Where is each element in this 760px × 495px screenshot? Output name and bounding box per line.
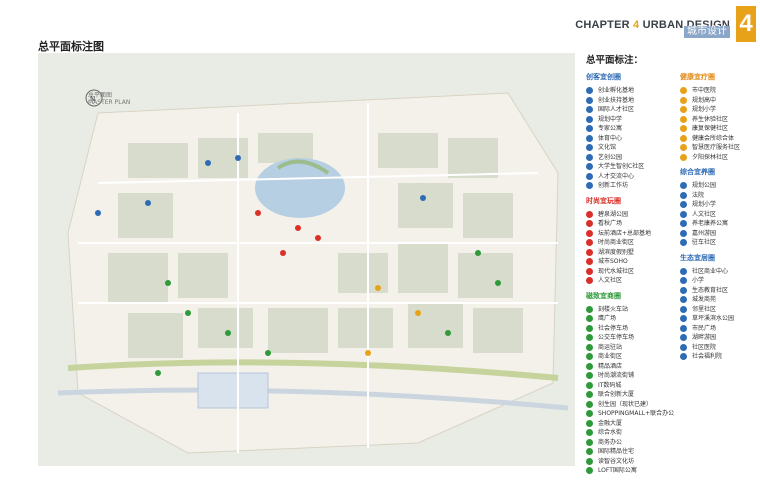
master-plan-map: N	[38, 53, 575, 466]
chapter-subtitle: 城市设计	[684, 26, 730, 38]
legend-group-title: 磁致宜商圈	[586, 291, 621, 300]
legend-item: 社区商业中心	[680, 267, 740, 277]
legend-item: 专家公寓	[586, 124, 674, 134]
legend-item: 社会停车场	[586, 324, 674, 334]
legend-item: 市民广场	[680, 324, 740, 334]
legend-item: 养生休验社区	[680, 115, 740, 125]
legend-item: 看秋广场	[586, 219, 674, 229]
legend-group: 时尚宜玩圈 碧泉湖公园 看秋广场 坛前酒店+总部基地 时尚商业街区 湖滨度假别墅…	[586, 196, 674, 286]
compass-sublabel: MASTER PLAN	[88, 99, 131, 106]
legend-item: 大学生智创C社区	[586, 162, 674, 172]
chapter-label: CHAPTER	[575, 19, 630, 31]
legend-item: 法院	[680, 191, 740, 201]
legend-item: 碧泉湖公园	[586, 210, 674, 220]
legend-group-title: 时尚宜玩圈	[586, 196, 621, 205]
legend-item: 鹰广场	[586, 314, 674, 324]
legend-item: 刻楼火车站	[586, 305, 674, 315]
legend-item: 规划公园	[680, 181, 740, 191]
legend-item: 邻里社区	[680, 305, 740, 315]
legend-item: 社会福利院	[680, 352, 740, 362]
legend-item: 城市SOHO	[586, 257, 674, 267]
legend-item: 养老康养公寓	[680, 219, 740, 229]
legend-item: 商运驻站	[586, 343, 674, 353]
legend-item: 创生园（现状已建）	[586, 400, 674, 410]
legend-item: 规划小学	[680, 200, 740, 210]
legend-item: 城发商苑	[680, 295, 740, 305]
legend-group-title: 生态宜居圈	[680, 253, 715, 262]
legend-item: 创业扶持基地	[586, 96, 674, 106]
legend-item: 读智谷文化坊	[586, 457, 674, 467]
legend-item: 精品酒店	[586, 362, 674, 372]
legend-item: 人文社区	[680, 210, 740, 220]
legend-item: 规划高中	[680, 96, 740, 106]
legend-item: 驻车社区	[680, 238, 740, 248]
legend-item: 草坪溪滨水公园	[680, 314, 740, 324]
chapter-number-badge: 4	[736, 6, 756, 42]
legend-item: 综合水街	[586, 428, 674, 438]
legend-title: 总平面标注：	[586, 55, 644, 66]
legend-group: 创客宜创圈 创业孵化基地 创业扶持基地 国际人才社区 规划中学 专家公寓 体育中…	[586, 72, 674, 191]
legend-column-left: 创客宜创圈 创业孵化基地 创业扶持基地 国际人才社区 规划中学 专家公寓 体育中…	[586, 72, 674, 476]
legend-item: 夕阳探林社区	[680, 153, 740, 163]
legend-item: 坛前酒店+总部基地	[586, 229, 674, 239]
legend-item: 社区医院	[680, 343, 740, 353]
compass-caption: 总平面图 MASTER PLAN	[88, 90, 130, 106]
legend-item: 康复保健社区	[680, 124, 740, 134]
chapter-number: 4	[633, 19, 640, 31]
legend-item: 商业街区	[586, 352, 674, 362]
legend-item: SHOPPINGMALL+联合办公	[586, 409, 674, 419]
legend-item: 规划小学	[680, 105, 740, 115]
legend-group-title: 综合宜养圈	[680, 168, 715, 176]
legend-item: 生态教育社区	[680, 286, 740, 296]
legend-item: 创新工作坊	[586, 181, 674, 191]
legend-item: 时尚潮流街铺	[586, 371, 674, 381]
legend-item: LOFT国际公寓	[586, 466, 674, 476]
legend-item: 国际人才社区	[586, 105, 674, 115]
legend-item: 健康会所综合体	[680, 134, 740, 144]
legend-item: 联合创新大厦	[586, 390, 674, 400]
legend-item: 国际精品住宅	[586, 447, 674, 457]
legend-item: 湖畔游园	[680, 333, 740, 343]
legend-group-title: 健康宜疗圈	[680, 73, 715, 81]
legend-item: 体育中心	[586, 134, 674, 144]
legend-group: 生态宜居圈 社区商业中心 小学 生态教育社区 城发商苑 邻里社区 草坪溪滨水公园…	[680, 253, 740, 362]
page-title: 总平面标注图	[38, 40, 104, 53]
legend-item: 人文社区	[586, 276, 674, 286]
legend-item: 商务办公	[586, 438, 674, 448]
legend-group: 综合宜养圈 规划公园 法院 规划小学 人文社区 养老康养公寓 嘉州游园 驻车社区	[680, 167, 740, 248]
legend-group: 健康宜疗圈 市中医院 规划高中 规划小学 养生休验社区 康复保健社区 健康会所综…	[680, 72, 740, 162]
legend-group-title: 创客宜创圈	[586, 73, 621, 81]
legend-item: 人才交流中心	[586, 172, 674, 182]
legend-item: 时尚商业街区	[586, 238, 674, 248]
legend-group: 磁致宜商圈 刻楼火车站 鹰广场 社会停车场 公交车停车场 商运驻站 商业街区 精…	[586, 291, 674, 476]
legend-item: 湖滨度假别墅	[586, 248, 674, 258]
legend-column-right: 健康宜疗圈 市中医院 规划高中 规划小学 养生休验社区 康复保健社区 健康会所综…	[680, 72, 740, 362]
legend-item: 小学	[680, 276, 740, 286]
legend-item: 文化馆	[586, 143, 674, 153]
compass-label: 总平面图	[88, 92, 113, 99]
legend-item: 创业孵化基地	[586, 86, 674, 96]
legend-item: 艺创公园	[586, 153, 674, 163]
legend-item: 嘉州游园	[680, 229, 740, 239]
legend-item: 智慧医疗服务社区	[680, 143, 740, 153]
legend-item: 现代水城社区	[586, 267, 674, 277]
legend-item: 规划中学	[586, 115, 674, 125]
legend-item: IT数码城	[586, 381, 674, 391]
legend-item: 金融大厦	[586, 419, 674, 429]
legend-item: 市中医院	[680, 86, 740, 96]
legend-item: 公交车停车场	[586, 333, 674, 343]
